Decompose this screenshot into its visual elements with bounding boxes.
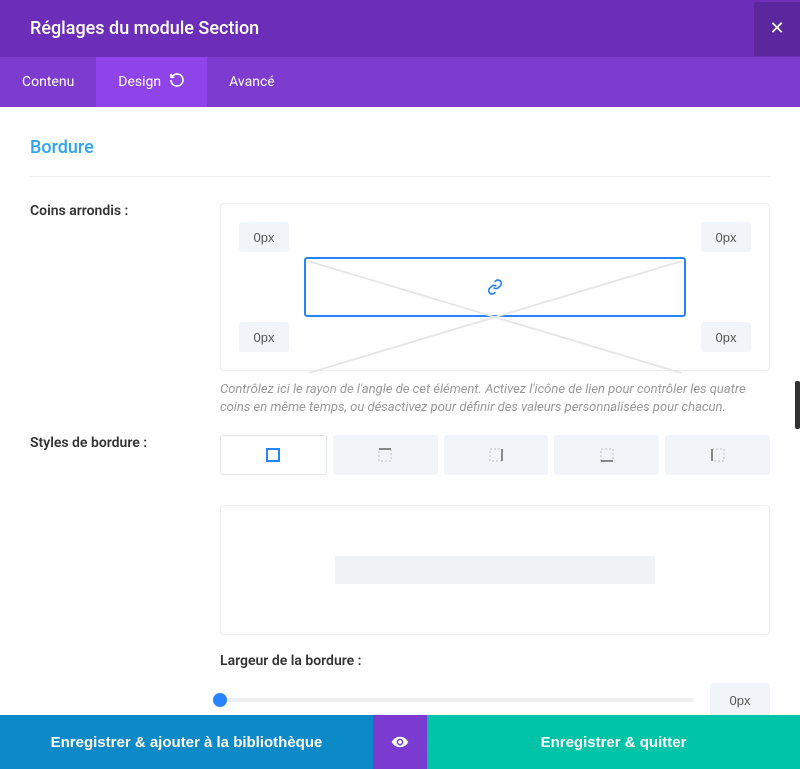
corner-bottom-right[interactable] — [701, 322, 751, 352]
square-left-icon — [710, 447, 726, 463]
tab-label: Contenu — [22, 74, 74, 90]
border-width-value[interactable] — [710, 683, 770, 717]
scrollbar[interactable] — [795, 381, 800, 429]
page-title: Réglages du module Section — [30, 18, 259, 39]
field-corners: Coins arrondis : — [30, 203, 770, 417]
link-icon — [487, 279, 503, 295]
square-top-icon — [377, 447, 393, 463]
style-picker — [220, 435, 770, 475]
square-right-icon — [488, 447, 504, 463]
border-preview-inner — [335, 556, 655, 584]
label-corners: Coins arrondis : — [30, 203, 220, 417]
content-panel: Bordure Coins arrondis : — [0, 107, 800, 720]
field-border-width: Largeur de la bordure : — [220, 653, 770, 717]
close-icon: ✕ — [769, 18, 784, 39]
save-to-library-button[interactable]: Enregistrer & ajouter à la bibliothèque — [0, 715, 373, 769]
preview-button[interactable] — [373, 715, 427, 769]
tab-label: Design — [118, 74, 161, 90]
corners-box — [220, 203, 770, 371]
undo-icon — [169, 72, 185, 92]
tab-content[interactable]: Contenu — [0, 57, 96, 107]
save-quit-button[interactable]: Enregistrer & quitter — [427, 715, 800, 769]
style-left[interactable] — [665, 435, 770, 475]
style-all[interactable] — [220, 435, 327, 475]
tabs: Contenu Design Avancé — [0, 57, 800, 107]
titlebar: Réglages du module Section ✕ — [0, 0, 800, 57]
tab-design[interactable]: Design — [96, 57, 207, 107]
style-bottom[interactable] — [554, 435, 659, 475]
footer: Enregistrer & ajouter à la bibliothèque … — [0, 715, 800, 769]
square-bottom-icon — [599, 447, 615, 463]
border-preview — [220, 505, 770, 635]
border-width-slider[interactable] — [220, 698, 694, 702]
style-right[interactable] — [444, 435, 549, 475]
style-top[interactable] — [333, 435, 438, 475]
help-corners: Contrôlez ici le rayon de l'angle de cet… — [220, 381, 770, 417]
close-button[interactable]: ✕ — [754, 2, 800, 56]
field-preview — [30, 493, 770, 635]
corner-top-right[interactable] — [701, 222, 751, 252]
corner-top-left[interactable] — [239, 222, 289, 252]
field-border-styles: Styles de bordure : — [30, 435, 770, 475]
eye-icon — [391, 733, 409, 751]
label-border-width: Largeur de la bordure : — [220, 653, 770, 669]
corners-diagonals — [308, 261, 682, 373]
slider-thumb[interactable] — [213, 693, 227, 707]
square-all-icon — [265, 447, 281, 463]
label-border-styles: Styles de bordure : — [30, 435, 220, 475]
tab-advanced[interactable]: Avancé — [207, 57, 297, 107]
corners-link-toggle[interactable] — [304, 257, 686, 317]
corner-bottom-left[interactable] — [239, 322, 289, 352]
section-title: Bordure — [30, 137, 770, 177]
tab-label: Avancé — [229, 74, 275, 90]
